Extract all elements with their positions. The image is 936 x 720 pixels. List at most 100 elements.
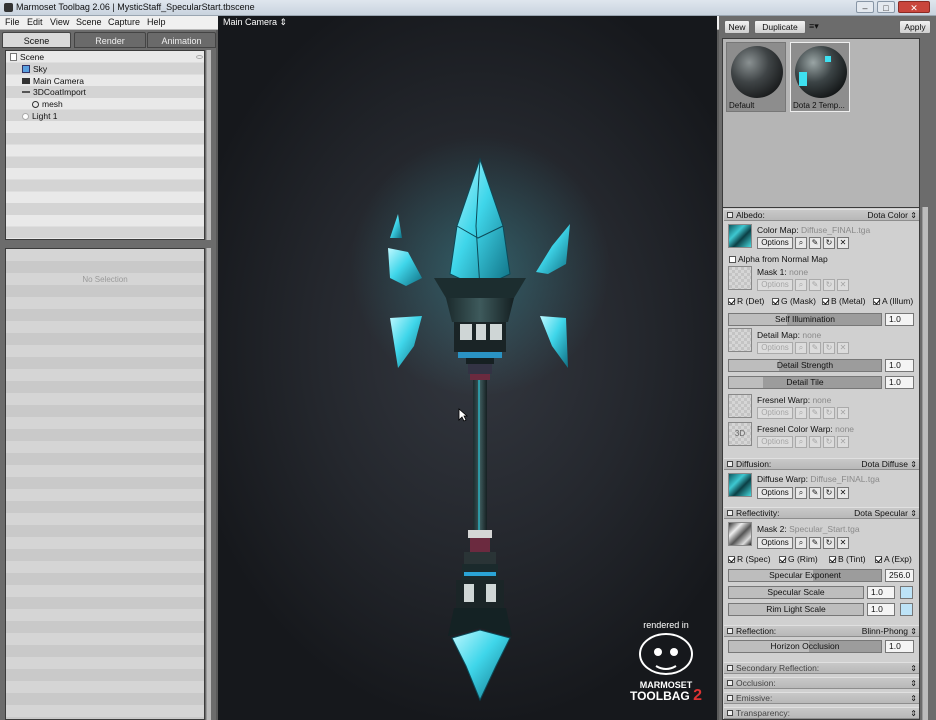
close-icon[interactable]: ✕ [837,237,849,249]
pencil-icon[interactable]: ✎ [809,487,821,499]
occlusion-header[interactable]: Occlusion: ⇕ [724,677,919,689]
emissive-header[interactable]: Emissive: ⇕ [724,692,919,704]
checkbox-icon[interactable] [873,298,880,305]
dropdown-arrow-icon[interactable]: ⇕ [910,210,917,221]
options-button[interactable]: Options [757,279,793,291]
specular-scale-slider[interactable]: Specular Scale [728,586,864,599]
new-material-button[interactable]: New [724,20,750,34]
collapse-icon[interactable] [727,510,733,516]
magnifier-icon[interactable]: ⌕ [795,537,807,549]
close-icon[interactable]: ✕ [837,436,849,448]
close-icon[interactable]: ✕ [837,279,849,291]
channel-g-mask[interactable]: G (Mask) [772,296,816,306]
alpha-from-normal-checkbox[interactable]: Alpha from Normal Map [729,254,828,264]
mask1-thumbnail[interactable] [728,266,752,290]
outliner-scrollbar[interactable] [206,50,211,240]
checkbox-icon[interactable] [728,298,735,305]
tab-animation[interactable]: Animation [147,32,216,48]
dropdown-arrow-icon[interactable]: ⇕ [910,708,917,719]
fresnel-color-thumbnail[interactable]: 3D [728,422,752,446]
dropdown-arrow-icon[interactable]: ⇕ [910,693,917,704]
options-button[interactable]: Options [757,436,793,448]
menu-scene[interactable]: Scene [76,17,102,27]
self-illumination-value[interactable]: 1.0 [885,313,914,326]
material-thumb-default[interactable]: Default [726,42,786,112]
maximize-button[interactable]: □ [877,1,895,13]
collapse-icon[interactable] [727,212,733,218]
magnifier-icon[interactable]: ⌕ [795,279,807,291]
close-icon[interactable]: ✕ [837,487,849,499]
reload-icon[interactable]: ↻ [823,279,835,291]
reload-icon[interactable]: ↻ [823,436,835,448]
diffusion-section-header[interactable]: Diffusion: Dota Diffuse ⇕ [724,458,919,470]
close-icon[interactable]: ✕ [837,407,849,419]
channel-r-spec[interactable]: R (Spec) [728,554,771,564]
apply-button[interactable]: Apply [899,20,931,34]
channel-r-det[interactable]: R (Det) [728,296,764,306]
diffusion-mode-select[interactable]: Dota Diffuse [861,459,908,470]
checkbox-icon[interactable] [772,298,779,305]
reload-icon[interactable]: ↻ [823,537,835,549]
specular-scale-value[interactable]: 1.0 [867,586,895,599]
minimize-button[interactable]: – [856,1,874,13]
mask2-thumbnail[interactable] [728,522,752,546]
detail-map-thumbnail[interactable] [728,328,752,352]
outliner-item-light-1[interactable]: Light 1 [22,111,58,122]
outliner-item-mesh[interactable]: mesh [32,99,63,110]
channel-g-rim[interactable]: G (Rim) [779,554,818,564]
horizon-occlusion-slider[interactable]: Horizon Occlusion [728,640,882,653]
rim-light-scale-value[interactable]: 1.0 [867,603,895,616]
pencil-icon[interactable]: ✎ [809,237,821,249]
properties-scrollbar[interactable] [922,207,928,720]
magnifier-icon[interactable]: ⌕ [795,436,807,448]
material-menu-icon[interactable]: ≡▾ [809,21,819,32]
horizon-occlusion-value[interactable]: 1.0 [885,640,914,653]
collapse-icon[interactable] [727,680,733,686]
detail-tile-slider[interactable]: Detail Tile [728,376,882,389]
options-button[interactable]: Options [757,487,793,499]
pencil-icon[interactable]: ✎ [809,436,821,448]
outliner-item-main-camera[interactable]: Main Camera [22,76,84,87]
collapse-icon[interactable] [727,665,733,671]
outliner-item-scene[interactable]: Scene [10,52,203,63]
close-icon[interactable]: ✕ [837,342,849,354]
channel-a-exp[interactable]: A (Exp) [875,554,912,564]
albedo-mode-select[interactable]: Dota Color [867,210,908,221]
dropdown-arrow-icon[interactable]: ⇕ [910,663,917,674]
fresnel-warp-thumbnail[interactable] [728,394,752,418]
tab-render[interactable]: Render [74,32,146,48]
transparency-header[interactable]: Transparency: ⇕ [724,707,919,719]
diffuse-warp-thumbnail[interactable] [728,473,752,497]
eye-icon[interactable] [196,55,203,59]
menu-file[interactable]: File [5,17,20,27]
menu-view[interactable]: View [50,17,69,27]
secondary-reflection-header[interactable]: Secondary Reflection: ⇕ [724,662,919,674]
options-button[interactable]: Options [757,407,793,419]
color-map-thumbnail[interactable] [728,224,752,248]
specular-exponent-value[interactable]: 256.0 [885,569,914,582]
checkbox-icon[interactable] [728,556,735,563]
checkbox-icon[interactable] [822,298,829,305]
properties-scrollbar[interactable] [206,248,211,720]
collapse-icon[interactable] [727,695,733,701]
close-icon[interactable]: ✕ [837,537,849,549]
options-button[interactable]: Options [757,537,793,549]
reflectivity-mode-select[interactable]: Dota Specular [854,508,908,519]
duplicate-material-button[interactable]: Duplicate [754,20,806,34]
magnifier-icon[interactable]: ⌕ [795,342,807,354]
detail-strength-slider[interactable]: Detail Strength [728,359,882,372]
magnifier-icon[interactable]: ⌕ [795,407,807,419]
reload-icon[interactable]: ↻ [823,237,835,249]
collapse-icon[interactable] [727,710,733,716]
detail-tile-value[interactable]: 1.0 [885,376,914,389]
specular-color-swatch[interactable] [900,586,913,599]
pencil-icon[interactable]: ✎ [809,279,821,291]
pencil-icon[interactable]: ✎ [809,342,821,354]
channel-a-illum[interactable]: A (Illum) [873,296,913,306]
checkbox-icon[interactable] [829,556,836,563]
reflection-section-header[interactable]: Reflection: Blinn-Phong ⇕ [724,625,919,637]
options-button[interactable]: Options [757,237,793,249]
reload-icon[interactable]: ↻ [823,342,835,354]
outliner-item-sky[interactable]: Sky [22,64,47,75]
rim-light-scale-slider[interactable]: Rim Light Scale [728,603,864,616]
